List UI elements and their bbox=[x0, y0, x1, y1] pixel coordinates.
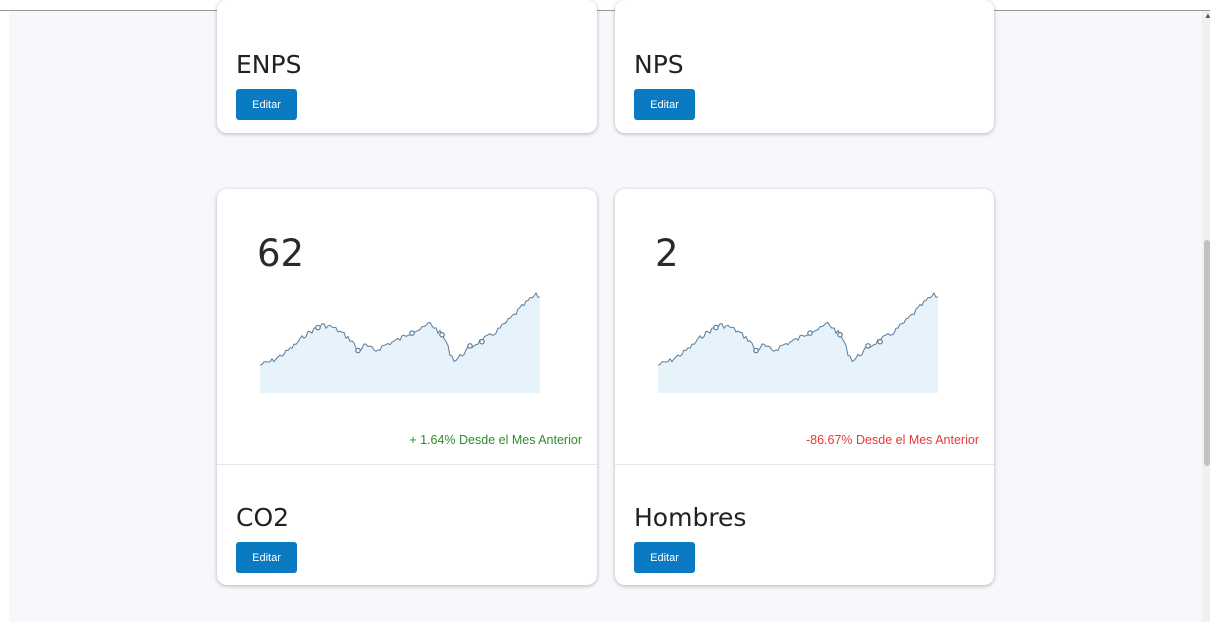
card-divider bbox=[615, 464, 994, 465]
edit-button-hombres[interactable]: Editar bbox=[634, 542, 695, 573]
sparkline-marker bbox=[807, 330, 813, 336]
sparkline-marker bbox=[865, 343, 871, 349]
edit-button-nps[interactable]: Editar bbox=[634, 89, 695, 120]
change-text-co2: + 1.64% Desde el Mes Anterior bbox=[409, 433, 582, 447]
sparkline-marker bbox=[877, 338, 883, 345]
card-divider bbox=[217, 464, 597, 465]
sparkline-marker bbox=[479, 338, 485, 345]
page-viewport bbox=[9, 11, 1202, 622]
card-title-nps: NPS bbox=[634, 50, 684, 79]
edit-button-co2[interactable]: Editar bbox=[236, 542, 297, 573]
sparkline-area bbox=[260, 293, 540, 393]
sparkline-marker bbox=[409, 330, 415, 336]
card-co2: 62 + 1.64% Desde el Mes Anterior CO2 Edi… bbox=[217, 189, 597, 585]
card-title-enps: ENPS bbox=[236, 50, 302, 79]
sparkline-marker bbox=[315, 324, 321, 331]
sparkline-marker bbox=[467, 343, 473, 349]
edit-button-enps[interactable]: Editar bbox=[236, 89, 297, 120]
card-nps: NPS Editar bbox=[615, 0, 994, 133]
sparkline-marker bbox=[753, 347, 759, 354]
sparkline-marker bbox=[713, 324, 719, 331]
sparkline-marker bbox=[355, 347, 361, 354]
sparkline-marker bbox=[837, 331, 843, 338]
card-hombres: 2 -86.67% Desde el Mes Anterior Hombres … bbox=[615, 189, 994, 585]
card-title-hombres: Hombres bbox=[634, 503, 747, 532]
metric-value-hombres: 2 bbox=[655, 232, 679, 275]
chevron-up-icon[interactable]: ▲ bbox=[1204, 12, 1210, 20]
change-text-hombres: -86.67% Desde el Mes Anterior bbox=[805, 433, 979, 447]
sparkline-marker bbox=[439, 331, 445, 338]
card-title-co2: CO2 bbox=[236, 503, 290, 532]
sparkline-area bbox=[658, 293, 938, 393]
sparkline-co2 bbox=[259, 291, 541, 393]
scrollbar-thumb[interactable] bbox=[1204, 240, 1210, 466]
metric-value-co2: 62 bbox=[257, 232, 305, 275]
sparkline-hombres bbox=[657, 291, 939, 393]
card-enps: ENPS Editar bbox=[217, 0, 597, 133]
